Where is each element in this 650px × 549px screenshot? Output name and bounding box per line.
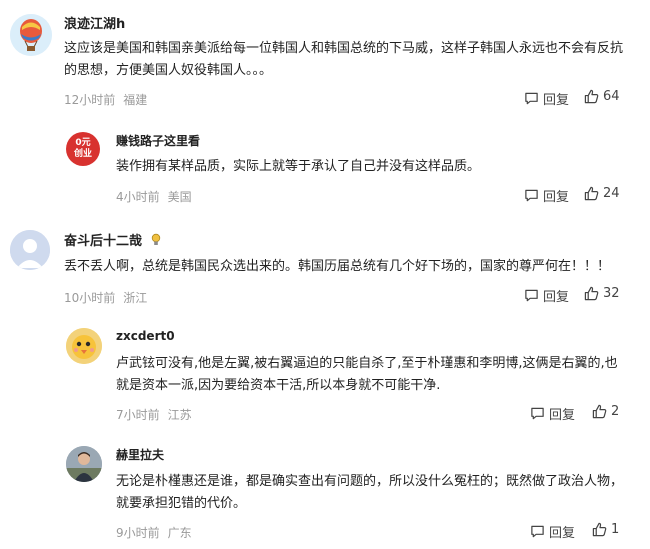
lightbulb-icon <box>151 233 160 245</box>
reply-button[interactable]: 回复 <box>524 286 569 305</box>
user-avatar[interactable] <box>10 230 50 270</box>
comment-location: 广东 <box>167 526 192 540</box>
comment-text: 装作拥有某样品质，实际上就等于承认了自己并没有这样品质。 <box>116 159 481 174</box>
comment-text: 丢不丢人啊，总统是韩国民众选出来的。韩国历届总统有几个好下场的，国家的尊严何在！… <box>64 259 611 274</box>
reply-icon <box>531 525 544 538</box>
reply-label: 回复 <box>543 93 570 108</box>
username[interactable]: 赫里拉夫 <box>116 446 164 463</box>
thumbs-up-icon <box>584 286 599 301</box>
comment-meta: 9小时前 广东 <box>116 524 192 541</box>
comment-location: 浙江 <box>123 291 148 305</box>
like-button[interactable]: 1 <box>592 522 619 537</box>
like-count: 32 <box>603 286 620 301</box>
comment-meta: 4小时前 美国 <box>116 188 192 205</box>
reply-label: 回复 <box>549 408 576 423</box>
comment-time: 4小时前 <box>116 190 160 204</box>
comment-time: 9小时前 <box>116 526 160 540</box>
user-avatar[interactable] <box>66 328 102 364</box>
thumbs-up-icon <box>592 522 607 537</box>
hot-air-balloon-icon <box>10 14 52 56</box>
thumbs-up-icon <box>592 404 607 419</box>
reply-label: 回复 <box>543 190 570 205</box>
like-count: 64 <box>603 89 620 104</box>
comment-meta: 7小时前 江苏 <box>116 406 192 423</box>
comment-item: 奋斗后十二哉 丢不丢人啊，总统是韩国民众选出来的。韩国历届总统有几个好下场的，国… <box>0 218 650 318</box>
comment-meta: 10小时前 浙江 <box>64 289 147 306</box>
username[interactable]: zxcdert0 <box>116 329 175 343</box>
user-avatar[interactable] <box>10 14 52 56</box>
reply-icon <box>525 289 538 302</box>
default-user-icon <box>10 230 50 270</box>
user-avatar[interactable] <box>66 446 102 482</box>
comment-item: zxcdert0 卢武铉可没有,他是左翼,被右翼逼迫的只能自杀了,至于朴瑾惠和李… <box>0 318 650 434</box>
username[interactable]: 赚钱路子这里看 <box>116 132 200 149</box>
avatar-text: 0元 创业 <box>73 138 92 159</box>
reply-icon <box>531 407 544 420</box>
comment-item: 赫里拉夫 无论是朴槿惠还是谁，都是确实查出有问题的，所以没什么冤枉的；既然做了政… <box>0 434 650 549</box>
reply-icon <box>525 92 538 105</box>
comment-text: 卢武铉可没有,他是左翼,被右翼逼迫的只能自杀了,至于朴瑾惠和李明博,这俩是右翼的… <box>116 356 618 393</box>
comment-text: 这应该是美国和韩国亲美派给每一位韩国人和韩国总统的下马威，这样子韩国人永远也不会… <box>64 41 624 78</box>
comment-location: 江苏 <box>167 408 192 422</box>
reply-button[interactable]: 回复 <box>524 89 569 108</box>
comment-location: 美国 <box>167 190 192 204</box>
like-button[interactable]: 24 <box>584 186 620 201</box>
reply-button[interactable]: 回复 <box>530 522 575 541</box>
reply-label: 回复 <box>543 290 570 305</box>
like-button[interactable]: 32 <box>584 286 620 301</box>
comment-time: 10小时前 <box>64 291 116 305</box>
like-count: 2 <box>611 404 620 419</box>
like-button[interactable]: 2 <box>592 404 619 419</box>
chick-cartoon-icon <box>66 328 102 364</box>
comment-meta: 12小时前 福建 <box>64 91 147 108</box>
comment-text: 无论是朴槿惠还是谁，都是确实查出有问题的，所以没什么冤枉的；既然做了政治人物，就… <box>116 474 624 511</box>
comment-time: 7小时前 <box>116 408 160 422</box>
reply-icon <box>525 189 538 202</box>
comment-time: 12小时前 <box>64 93 116 107</box>
username[interactable]: 奋斗后十二哉 <box>64 230 161 249</box>
thumbs-up-icon <box>584 89 599 104</box>
comment-item: 浪迹江湖h 这应该是美国和韩国亲美派给每一位韩国人和韩国总统的下马威，这样子韩国… <box>0 0 650 118</box>
like-count: 24 <box>603 186 620 201</box>
like-count: 1 <box>611 522 620 537</box>
username[interactable]: 浪迹江湖h <box>64 13 125 32</box>
reply-button[interactable]: 回复 <box>524 186 569 205</box>
comment-location: 福建 <box>123 93 148 107</box>
person-photo-icon <box>66 446 102 482</box>
like-button[interactable]: 64 <box>584 89 620 104</box>
reply-label: 回复 <box>549 526 576 541</box>
thumbs-up-icon <box>584 186 599 201</box>
reply-button[interactable]: 回复 <box>530 404 575 423</box>
user-avatar[interactable]: 0元 创业 <box>66 132 100 166</box>
comment-item: 0元 创业 赚钱路子这里看 装作拥有某样品质，实际上就等于承认了自己并没有这样品… <box>0 118 650 218</box>
